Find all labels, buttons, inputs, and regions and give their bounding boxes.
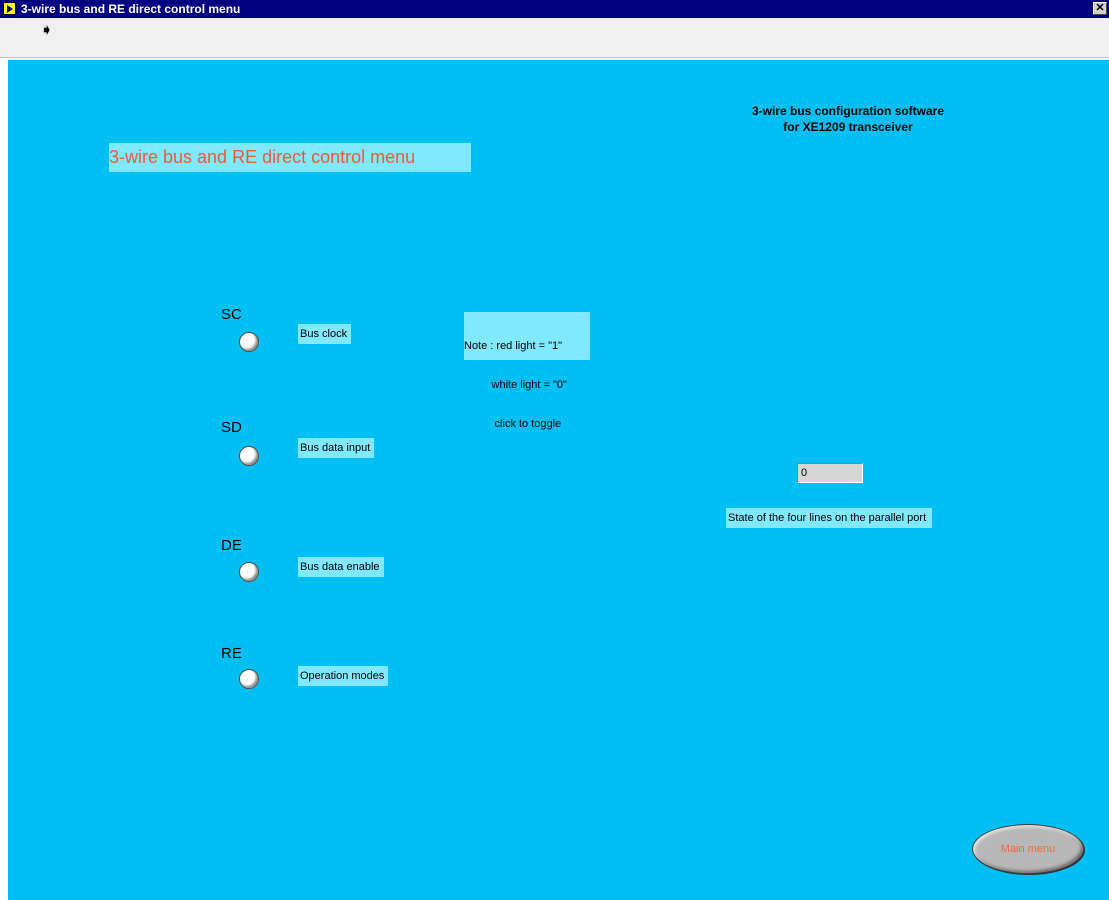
toggle-note: Note : red light = "1" white light = "0"… bbox=[464, 312, 590, 430]
software-title: 3-wire bus configuration software for XE… bbox=[698, 103, 998, 135]
de-toggle-light[interactable] bbox=[239, 562, 259, 582]
labview-app-icon bbox=[3, 2, 16, 15]
front-panel: 3-wire bus and RE direct control menu 3-… bbox=[8, 60, 1109, 900]
software-title-line1: 3-wire bus configuration software bbox=[751, 104, 945, 118]
sc-description: Bus clock bbox=[298, 324, 352, 344]
sd-description: Bus data input bbox=[298, 438, 375, 458]
re-toggle-light[interactable] bbox=[239, 669, 259, 689]
main-menu-button[interactable]: Main menu bbox=[972, 824, 1084, 874]
port-state-label: State of the four lines on the parallel … bbox=[726, 508, 933, 528]
sd-toggle-light[interactable] bbox=[239, 446, 259, 466]
window-title: 3-wire bus and RE direct control menu bbox=[21, 2, 241, 16]
note-line1: Note : red light = "1" bbox=[464, 340, 563, 352]
re-label: RE bbox=[221, 645, 242, 662]
sc-toggle-light[interactable] bbox=[239, 332, 259, 352]
run-arrow-icon[interactable]: ➧ bbox=[40, 23, 53, 39]
de-label: DE bbox=[221, 537, 242, 554]
re-description: Operation modes bbox=[298, 666, 389, 686]
note-line2: white light = "0" bbox=[464, 379, 567, 391]
sc-label: SC bbox=[221, 306, 242, 323]
close-button[interactable]: ✕ bbox=[1093, 2, 1107, 15]
note-line3: click to toggle bbox=[464, 418, 562, 430]
sd-label: SD bbox=[221, 419, 242, 436]
software-title-line2: for XE1209 transceiver bbox=[783, 120, 913, 134]
page-title: 3-wire bus and RE direct control menu bbox=[109, 143, 471, 172]
de-description: Bus data enable bbox=[298, 557, 384, 577]
port-state-indicator: 0 bbox=[797, 463, 863, 483]
toolbar: ➧ bbox=[0, 18, 1109, 58]
window-title-bar: 3-wire bus and RE direct control menu ✕ bbox=[0, 0, 1109, 18]
